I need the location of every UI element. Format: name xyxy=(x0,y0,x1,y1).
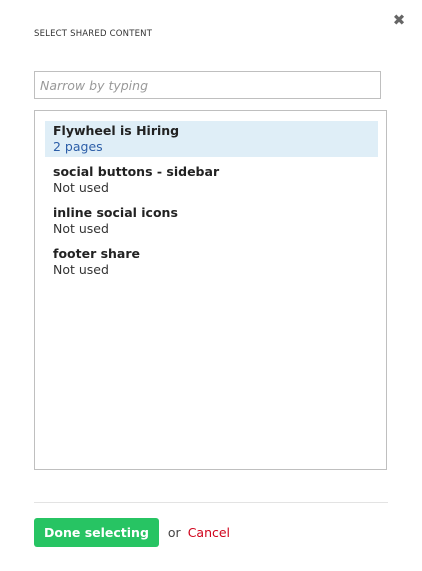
list-item-status: 2 pages xyxy=(53,139,103,154)
list-item-name: inline social icons xyxy=(53,205,178,220)
select-shared-content-dialog: SELECT SHARED CONTENT ✖ Flywheel is Hiri… xyxy=(0,0,422,571)
list-item-flywheel-is-hiring[interactable]: Flywheel is Hiring 2 pages xyxy=(45,121,378,157)
list-item-inline-social-icons[interactable]: inline social icons Not used xyxy=(45,203,378,239)
dialog-footer: Done selecting or Cancel xyxy=(34,518,230,547)
or-label: or xyxy=(167,525,181,540)
search-input[interactable] xyxy=(35,72,380,98)
list-item-footer-share[interactable]: footer share Not used xyxy=(45,244,378,280)
search-field xyxy=(34,71,381,99)
list-item-status: Not used xyxy=(53,221,109,236)
list-item-name: footer share xyxy=(53,246,140,261)
list-item-name: Flywheel is Hiring xyxy=(53,123,180,138)
list-item-name: social buttons - sidebar xyxy=(53,164,220,179)
done-selecting-button[interactable]: Done selecting xyxy=(34,518,159,547)
list-item-status: Not used xyxy=(53,262,109,277)
dialog-title: SELECT SHARED CONTENT xyxy=(34,29,153,39)
shared-content-list: Flywheel is Hiring 2 pages social button… xyxy=(34,110,387,470)
list-item-status: Not used xyxy=(53,180,109,195)
close-icon[interactable]: ✖ xyxy=(391,12,407,28)
footer-divider xyxy=(34,502,388,503)
list-item-social-buttons-sidebar[interactable]: social buttons - sidebar Not used xyxy=(45,162,378,198)
cancel-link[interactable]: Cancel xyxy=(188,525,230,540)
